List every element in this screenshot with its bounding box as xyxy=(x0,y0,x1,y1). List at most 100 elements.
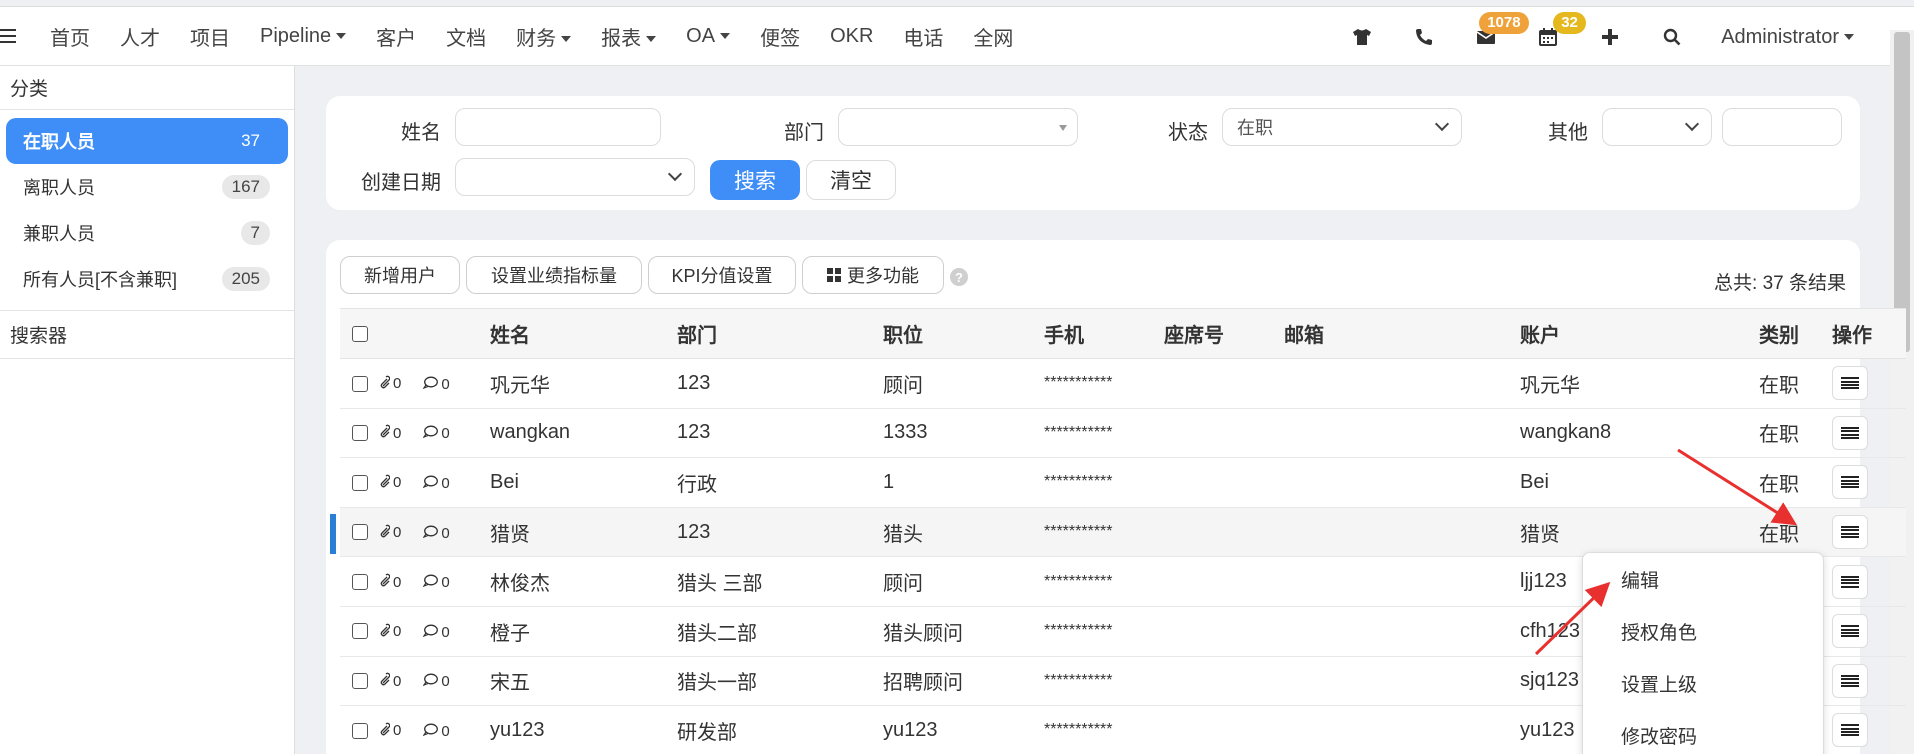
nav-item[interactable]: 财务 xyxy=(516,22,571,51)
cell-email xyxy=(1284,358,1520,409)
add-user-button[interactable]: 新增用户 xyxy=(340,256,460,294)
created-date-select[interactable] xyxy=(455,158,695,196)
attachment-count[interactable]: 0 xyxy=(378,722,401,740)
attachment-count[interactable]: 0 xyxy=(378,672,401,690)
sidebar-item[interactable]: 兼职人员 7 xyxy=(6,210,288,256)
menu-toggle-icon[interactable] xyxy=(0,29,16,43)
comment-count[interactable]: 0 xyxy=(422,624,450,641)
col-email[interactable]: 邮箱 xyxy=(1284,308,1520,359)
menu-item[interactable]: 授权角色 xyxy=(1583,605,1823,657)
cell-name[interactable]: 宋五 xyxy=(490,656,677,707)
col-account[interactable]: 账户 xyxy=(1520,308,1759,359)
help-icon[interactable]: ? xyxy=(950,268,968,286)
row-checkbox[interactable] xyxy=(352,673,368,690)
comment-count[interactable]: 0 xyxy=(422,574,450,591)
skin-button[interactable] xyxy=(1331,7,1393,67)
sidebar-item[interactable]: 在职人员 37 xyxy=(6,118,288,164)
attachment-count[interactable]: 0 xyxy=(378,573,401,591)
row-checkbox[interactable] xyxy=(352,425,368,442)
paperclip-icon xyxy=(378,474,393,492)
row-action-button[interactable] xyxy=(1832,465,1868,500)
comment-count[interactable]: 0 xyxy=(422,723,450,740)
attachment-count[interactable]: 0 xyxy=(378,623,401,641)
status-select[interactable]: 在职 xyxy=(1222,108,1462,146)
comment-count[interactable]: 0 xyxy=(422,376,450,393)
search-button[interactable] xyxy=(1641,7,1703,67)
nav-item[interactable]: 报表 xyxy=(601,22,656,51)
nav-item[interactable]: 首页 xyxy=(50,22,90,51)
col-name[interactable]: 姓名 xyxy=(490,308,677,359)
menu-item[interactable]: 设置上级 xyxy=(1583,657,1823,709)
nav-item[interactable]: Pipeline xyxy=(260,25,346,48)
cell-name[interactable]: yu123 xyxy=(490,705,677,754)
name-input[interactable] xyxy=(455,108,661,146)
nav-item[interactable]: 人才 xyxy=(120,22,160,51)
table-row[interactable]: 0 0 巩元华 123 顾问 *********** 巩元华 在职 xyxy=(340,358,1906,409)
sidebar-item[interactable]: 所有人员[不含兼职] 205 xyxy=(6,256,288,302)
add-button[interactable] xyxy=(1579,7,1641,67)
col-phone[interactable]: 手机 xyxy=(1044,308,1164,359)
set-kpi-target-button[interactable]: 设置业绩指标量 xyxy=(466,256,642,294)
nav-item[interactable]: 便签 xyxy=(760,22,800,51)
row-action-button[interactable] xyxy=(1832,564,1868,599)
col-seat[interactable]: 座席号 xyxy=(1164,308,1284,359)
row-action-button[interactable] xyxy=(1832,415,1868,450)
select-all-checkbox[interactable] xyxy=(352,325,368,342)
list-icon xyxy=(1841,674,1859,687)
table-row[interactable]: 0 0 wangkan 123 1333 *********** wangkan8 在职 xyxy=(340,408,1906,459)
col-type[interactable]: 类别 xyxy=(1759,308,1832,359)
cell-name[interactable]: Bei xyxy=(490,457,677,508)
row-action-button[interactable] xyxy=(1832,663,1868,698)
row-action-button[interactable] xyxy=(1832,515,1868,550)
mail-button[interactable]: 1078 xyxy=(1455,7,1529,67)
sidebar-item[interactable]: 离职人员 167 xyxy=(6,164,288,210)
attachment-count[interactable]: 0 xyxy=(378,524,401,542)
nav-item[interactable]: OA xyxy=(686,25,730,48)
nav-item[interactable]: OKR xyxy=(830,25,873,48)
calendar-button[interactable]: 32 xyxy=(1517,7,1586,67)
row-checkbox[interactable] xyxy=(352,573,368,590)
other-select[interactable] xyxy=(1602,108,1712,146)
comment-count[interactable]: 0 xyxy=(422,673,450,690)
nav-item[interactable]: 电话 xyxy=(903,22,943,51)
row-checkbox[interactable] xyxy=(352,375,368,392)
attachment-count[interactable]: 0 xyxy=(378,424,401,442)
attachment-count[interactable]: 0 xyxy=(378,474,401,492)
row-action-button[interactable] xyxy=(1832,713,1868,748)
phone-button[interactable] xyxy=(1393,7,1455,67)
comment-count[interactable]: 0 xyxy=(422,425,450,442)
nav-item[interactable]: 客户 xyxy=(376,22,416,51)
table-row[interactable]: 0 0 猎贤 123 猎头 *********** 猎贤 在职 xyxy=(340,507,1906,558)
nav-item[interactable]: 项目 xyxy=(190,22,230,51)
chevron-down-icon xyxy=(1684,116,1700,132)
row-checkbox[interactable] xyxy=(352,474,368,491)
nav-item[interactable]: 全网 xyxy=(973,22,1013,51)
more-functions-button[interactable]: 更多功能 xyxy=(802,256,944,294)
row-action-button[interactable] xyxy=(1832,366,1868,401)
cell-name[interactable]: 巩元华 xyxy=(490,358,677,409)
kpi-score-settings-button[interactable]: KPI分值设置 xyxy=(648,256,796,294)
table-row[interactable]: 0 0 Bei 行政 1 *********** Bei 在职 xyxy=(340,457,1906,508)
cell-name[interactable]: 林俊杰 xyxy=(490,556,677,607)
comment-count[interactable]: 0 xyxy=(422,525,450,542)
dept-select[interactable] xyxy=(838,108,1078,146)
scrollbar-thumb[interactable] xyxy=(1894,32,1910,352)
row-checkbox[interactable] xyxy=(352,623,368,640)
cell-name[interactable]: 猎贤 xyxy=(490,507,677,558)
row-checkbox[interactable] xyxy=(352,722,368,739)
search-submit-button[interactable]: 搜索 xyxy=(710,160,800,200)
nav-item[interactable]: 文档 xyxy=(446,22,486,51)
row-checkbox[interactable] xyxy=(352,524,368,541)
col-position[interactable]: 职位 xyxy=(883,308,1044,359)
cell-name[interactable]: wangkan xyxy=(490,408,677,459)
row-action-button[interactable] xyxy=(1832,614,1868,649)
menu-item[interactable]: 修改密码 xyxy=(1583,709,1823,754)
menu-item[interactable]: 编辑 xyxy=(1583,553,1823,605)
clear-button[interactable]: 清空 xyxy=(806,160,896,200)
col-dept[interactable]: 部门 xyxy=(677,308,883,359)
cell-name[interactable]: 橙子 xyxy=(490,606,677,657)
comment-count[interactable]: 0 xyxy=(422,475,450,492)
other-input[interactable] xyxy=(1722,108,1842,146)
user-menu[interactable]: Administrator xyxy=(1721,26,1854,49)
attachment-count[interactable]: 0 xyxy=(378,375,401,393)
